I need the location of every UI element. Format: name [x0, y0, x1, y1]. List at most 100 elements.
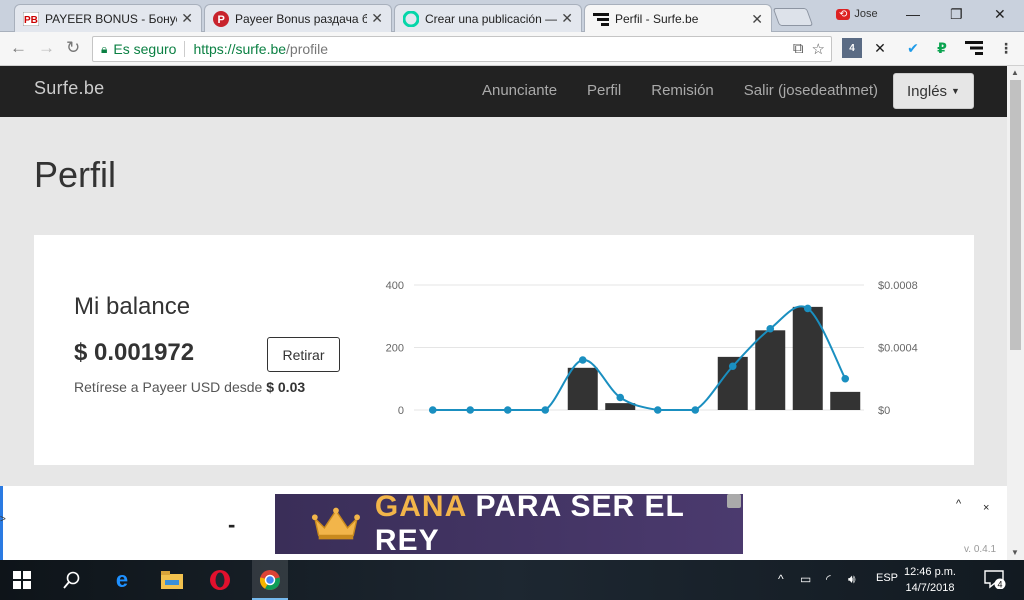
chart-left-tick-label: 200 [386, 343, 404, 355]
tab-steemit[interactable]: Crear una publicación — ✕ [394, 4, 582, 32]
close-tab-icon[interactable]: ✕ [751, 11, 763, 28]
withdraw-minimum: $ 0.03 [266, 379, 306, 395]
crown-icon [311, 507, 360, 540]
svg-text:PB: PB [24, 15, 38, 26]
tab-payeer-bonus[interactable]: PB PAYEER BONUS - Бонусы ✕ [14, 4, 202, 32]
caret-down-icon: ▼ [951, 86, 960, 96]
translate-icon[interactable]: ⧉ [793, 40, 804, 58]
ad-banner[interactable]: GANA PARA SER EL REY [275, 490, 743, 557]
close-window-icon[interactable]: ✕ [994, 6, 1006, 23]
bookmark-star-icon[interactable]: ☆ [812, 40, 825, 58]
extension-mail-icon[interactable]: 4 [842, 38, 862, 58]
withdraw-note-text: Retírese a Payeer USD desde [74, 379, 263, 395]
tray-chevron-icon[interactable]: ^ [778, 572, 784, 586]
page-viewport: Surfe.be Anunciante Perfil Remisión Sali… [0, 66, 1007, 560]
chart-point [428, 406, 437, 414]
balance-title: Mi balance [74, 293, 191, 320]
notifications-icon[interactable]: 4 [984, 569, 1006, 592]
nav-logout[interactable]: Salir (josedeathmet) [744, 82, 878, 99]
chart-point [466, 406, 475, 414]
ad-text-highlight: GANA [374, 490, 467, 523]
chart-point [803, 304, 812, 313]
file-explorer-icon[interactable] [160, 568, 184, 592]
tab-title: PAYEER BONUS - Бонусы [45, 11, 178, 26]
clock-time: 12:46 p.m. [904, 566, 956, 578]
chart-left-tick-label: 400 [386, 280, 404, 292]
maximize-icon[interactable]: ❐ [950, 6, 963, 23]
page-title: Perfil [34, 154, 117, 195]
tab-title: Perfil - Surfe.be [615, 12, 699, 26]
ad-info-icon[interactable] [727, 494, 741, 508]
chart-point [503, 406, 512, 414]
url-path: /profile [286, 41, 329, 57]
extension-check-icon[interactable]: ✔ [903, 38, 923, 58]
extension-payeer-icon[interactable]: ₽ [932, 38, 952, 58]
page-scrollbar[interactable]: ▲ ▼ [1007, 66, 1024, 560]
ad-close-icon[interactable]: × [983, 502, 989, 514]
forward-icon[interactable]: → [38, 38, 55, 58]
tab-strip: PB PAYEER BONUS - Бонусы ✕ P Payeer Bonu… [0, 0, 1024, 33]
minimize-icon[interactable]: — [906, 6, 920, 22]
input-language[interactable]: ESP [876, 572, 898, 584]
user-name: Jose [854, 8, 878, 20]
balance-amount: $ 0.001972 [74, 339, 195, 366]
ad-collapse-icon[interactable]: ^ [956, 498, 961, 510]
extension-x-icon[interactable]: ✕ [870, 38, 890, 58]
chart-bar [567, 367, 598, 410]
chrome-user[interactable]: ⟲ Jose [836, 8, 878, 20]
back-icon[interactable]: ← [10, 38, 27, 58]
close-tab-icon[interactable]: ✕ [181, 10, 193, 27]
chart-point [766, 324, 775, 333]
windows-taskbar: e ^ ▭ ◜ 🔊︎ ESP 12:46 p.m. 14/7/2018 4 [0, 560, 1024, 600]
tab-title: Payeer Bonus раздача бо [235, 11, 368, 26]
withdraw-note: Retírese a Payeer USD desde $ 0.03 [74, 379, 305, 395]
windows-start-icon[interactable] [10, 568, 34, 592]
scroll-down-icon[interactable]: ▼ [1011, 548, 1019, 557]
chart-bar [830, 391, 861, 410]
payeer-bonus-icon: PB [23, 11, 39, 27]
chart-bar [755, 330, 786, 410]
ad-text: GANA PARA SER EL REY [375, 490, 743, 558]
extension-surfe-icon[interactable] [964, 38, 984, 58]
nav-referral[interactable]: Remisión [651, 82, 714, 99]
battery-icon[interactable]: ▭ [800, 572, 811, 586]
url-host: https://surfe.be [193, 41, 287, 57]
site-brand[interactable]: Surfe.be [34, 78, 104, 99]
chart-point [616, 393, 625, 402]
volume-icon[interactable]: 🔊︎ [848, 572, 856, 587]
language-label: Inglés [907, 82, 948, 100]
tab-surfe-profile[interactable]: Perfil - Surfe.be ✕ [584, 4, 772, 33]
ad-side-arrow-icon[interactable]: > [0, 514, 6, 525]
user-badge-icon: ⟲ [836, 8, 851, 20]
address-bar[interactable]: 🔒︎ Es seguro https://surfe.be /profile ⧉… [92, 36, 832, 62]
divider [184, 41, 186, 57]
close-tab-icon[interactable]: ✕ [371, 10, 383, 27]
tab-title: Crear una publicación — [425, 11, 558, 26]
scrollbar-thumb[interactable] [1010, 80, 1021, 350]
chart-point [728, 362, 737, 371]
nav-profile[interactable]: Perfil [587, 82, 621, 99]
wifi-icon[interactable]: ◜ [826, 572, 831, 586]
taskbar-clock[interactable]: 12:46 p.m. 14/7/2018 [904, 564, 956, 596]
language-dropdown[interactable]: Inglés ▼ [893, 73, 974, 109]
notification-count: 4 [998, 580, 1003, 590]
close-tab-icon[interactable]: ✕ [561, 10, 573, 27]
chrome-icon[interactable] [258, 568, 282, 592]
reload-icon[interactable]: ↻ [66, 38, 80, 58]
surfe-icon [593, 11, 609, 27]
search-icon[interactable] [60, 568, 84, 592]
new-tab-button[interactable] [772, 8, 814, 26]
browser-toolbar: ← → ↻ 🔒︎ Es seguro https://surfe.be /pro… [0, 32, 1024, 66]
ad-dash: - [228, 512, 236, 537]
scroll-up-icon[interactable]: ▲ [1011, 68, 1019, 77]
chrome-menu-icon[interactable]: ⋮ [996, 38, 1016, 58]
balance-card: Mi balance $ 0.001972 Retirar Retírese a… [34, 235, 974, 465]
withdraw-button[interactable]: Retirar [267, 337, 340, 372]
chart-point [653, 406, 662, 414]
chart-point [541, 406, 550, 414]
nav-advertiser[interactable]: Anunciante [482, 82, 557, 99]
opera-icon[interactable] [208, 568, 232, 592]
tab-payeer-raздача[interactable]: P Payeer Bonus раздача бо ✕ [204, 4, 392, 32]
edge-icon[interactable]: e [110, 567, 134, 592]
chart-right-tick-label: $0.0008 [878, 280, 918, 292]
